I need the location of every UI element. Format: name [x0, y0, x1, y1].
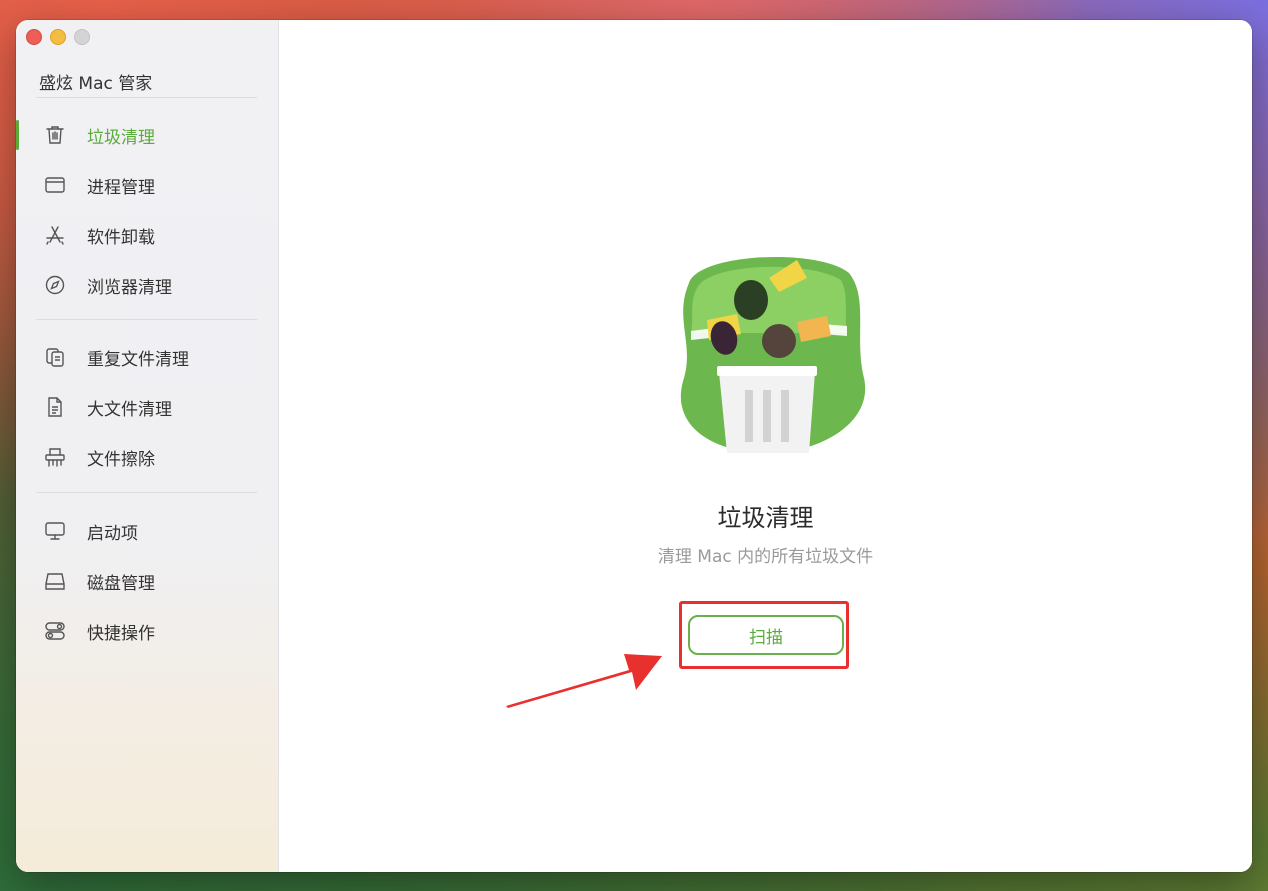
app-window: 盛炫 Mac 管家 垃圾清理 进程管理 软件卸载 浏览器清理 重复文件清理 大文… [16, 20, 1252, 872]
monitor-icon [43, 519, 67, 543]
junk-clean-illustration [669, 248, 869, 462]
sidebar-item-label: 文件擦除 [87, 449, 155, 470]
close-window-button[interactable] [26, 29, 42, 45]
zoom-window-button[interactable] [74, 29, 90, 45]
page-subtitle: 清理 Mac 内的所有垃圾文件 [657, 547, 874, 567]
sidebar-item-label: 浏览器清理 [87, 277, 172, 298]
sidebar-item-label: 软件卸载 [87, 227, 155, 248]
sidebar-item-browser-clean[interactable]: 浏览器清理 [16, 265, 278, 305]
sidebar: 盛炫 Mac 管家 垃圾清理 进程管理 软件卸载 浏览器清理 重复文件清理 大文… [16, 20, 279, 872]
window-icon [43, 173, 67, 197]
sidebar-item-label: 重复文件清理 [87, 349, 189, 370]
sidebar-item-duplicate-files[interactable]: 重复文件清理 [16, 337, 278, 377]
compass-icon [43, 273, 67, 297]
sidebar-item-large-files[interactable]: 大文件清理 [16, 387, 278, 427]
sidebar-item-junk-clean[interactable]: 垃圾清理 [16, 115, 278, 155]
sidebar-item-file-shred[interactable]: 文件擦除 [16, 437, 278, 477]
app-store-icon [43, 223, 67, 247]
sidebar-divider [36, 319, 257, 320]
main-panel: 垃圾清理 清理 Mac 内的所有垃圾文件 扫描 [279, 20, 1252, 872]
sidebar-item-label: 垃圾清理 [87, 127, 155, 148]
trash-icon [43, 123, 67, 147]
sidebar-item-process[interactable]: 进程管理 [16, 165, 278, 205]
sidebar-item-uninstall[interactable]: 软件卸载 [16, 215, 278, 255]
scan-button[interactable]: 扫描 [688, 615, 844, 655]
toggles-icon [43, 619, 67, 643]
duplicate-files-icon [43, 345, 67, 369]
sidebar-item-disk[interactable]: 磁盘管理 [16, 561, 278, 601]
sidebar-item-label: 大文件清理 [87, 399, 172, 420]
minimize-window-button[interactable] [50, 29, 66, 45]
document-icon [43, 395, 67, 419]
sidebar-item-startup[interactable]: 启动项 [16, 511, 278, 551]
sidebar-item-label: 磁盘管理 [87, 573, 155, 594]
sidebar-item-label: 进程管理 [87, 177, 155, 198]
disk-icon [43, 569, 67, 593]
sidebar-divider [36, 97, 257, 98]
app-title: 盛炫 Mac 管家 [39, 74, 153, 94]
sidebar-item-label: 启动项 [87, 523, 138, 544]
sidebar-item-label: 快捷操作 [87, 623, 155, 644]
page-title: 垃圾清理 [717, 504, 814, 532]
sidebar-divider [36, 492, 257, 493]
sidebar-item-quick-actions[interactable]: 快捷操作 [16, 611, 278, 651]
shredder-icon [43, 445, 67, 469]
window-controls [26, 29, 90, 45]
